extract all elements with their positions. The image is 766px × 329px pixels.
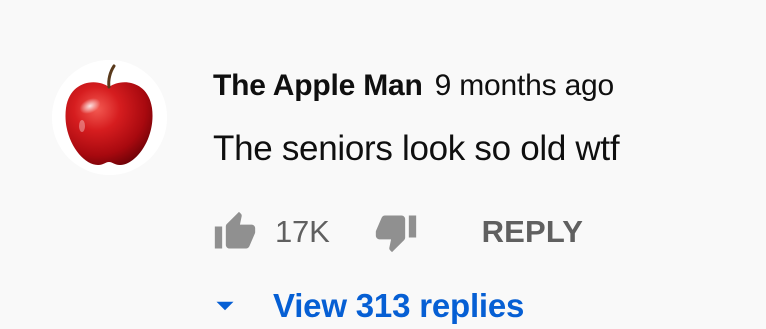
- reply-button[interactable]: REPLY: [482, 214, 584, 250]
- view-replies-button[interactable]: View 313 replies: [208, 284, 524, 328]
- view-replies-label: View 313 replies: [273, 287, 525, 324]
- comment-action-bar: 17K REPLY: [213, 208, 583, 256]
- thumbs-down-icon: [375, 215, 416, 253]
- comment-thread: The Apple Man 9 months ago The seniors l…: [0, 0, 766, 329]
- author-avatar[interactable]: [52, 60, 167, 175]
- like-count: 17K: [275, 214, 330, 249]
- comment-text: The seniors look so old wtf: [213, 129, 620, 168]
- comment-timestamp[interactable]: 9 months ago: [435, 69, 615, 103]
- comment-header: The Apple Man 9 months ago: [213, 64, 614, 108]
- thumbs-up-icon: [214, 211, 256, 249]
- apple-avatar-icon: [52, 60, 167, 175]
- author-name[interactable]: The Apple Man: [213, 69, 423, 103]
- caret-down-icon: [208, 289, 242, 323]
- dislike-button[interactable]: [374, 208, 420, 256]
- like-button[interactable]: [213, 208, 259, 256]
